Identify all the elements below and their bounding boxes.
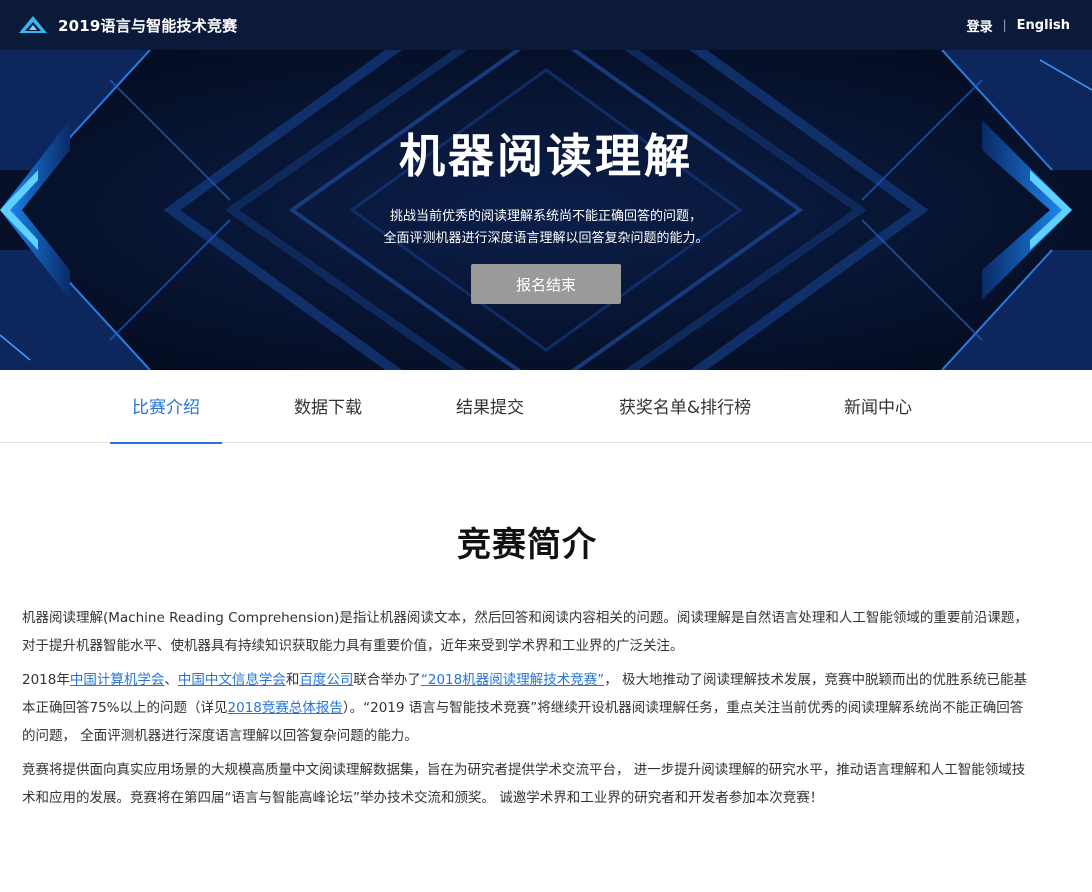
tab-competition-intro[interactable]: 比赛介绍 [110, 370, 222, 444]
hero-description: 挑战当前优秀的阅读理解系统尚不能正确回答的问题， 全面评测机器进行深度语言理解以… [383, 206, 708, 250]
hero-desc-line-1: 挑战当前优秀的阅读理解系统尚不能正确回答的问题， [389, 209, 702, 224]
intro-paragraph-1: 机器阅读理解(Machine Reading Comprehension)是指让… [22, 610, 1028, 654]
intro-paragraph-3: 竞赛将提供面向真实应用场景的大规模高质量中文阅读理解数据集，旨在为研究者提供学术… [22, 762, 1026, 806]
link-separator: | [1002, 18, 1007, 32]
ccf-link[interactable]: 中国计算机学会 [70, 672, 165, 688]
triangle-logo-icon [19, 16, 47, 33]
registration-closed-button[interactable]: 报名结束 [471, 264, 621, 304]
intro-paragraph-2: 2018年中国计算机学会、中国中文信息学会和百度公司联合举办了“2018机器阅读… [22, 666, 1032, 750]
competition-2018-link[interactable]: “2018机器阅读理解技术竞赛” [421, 672, 604, 688]
main-content: 竞赛简介 机器阅读理解(Machine Reading Comprehensio… [22, 443, 1032, 812]
language-switch-link[interactable]: English [1017, 18, 1070, 33]
baidu-link[interactable]: 百度公司 [299, 672, 353, 688]
tab-bar: 比赛介绍 数据下载 结果提交 获奖名单&排行榜 新闻中心 [0, 370, 1092, 444]
section-title: 竞赛简介 [457, 525, 597, 565]
tab-result-submission[interactable]: 结果提交 [446, 370, 534, 443]
top-header: 2019语言与智能技术竞赛 登录 | English [0, 0, 1092, 50]
p2-text-4: 联合举办了 [353, 672, 421, 688]
p2-text-1: 2018年 [22, 672, 70, 688]
hero-desc-line-2: 全面评测机器进行深度语言理解以回答复杂问题的能力。 [383, 231, 709, 246]
hero-banner: 机器阅读理解 挑战当前优秀的阅读理解系统尚不能正确回答的问题， 全面评测机器进行… [0, 50, 1092, 370]
brand[interactable]: 2019语言与智能技术竞赛 [18, 15, 237, 36]
login-link[interactable]: 登录 [967, 16, 993, 35]
report-2018-link[interactable]: 2018竞赛总体报告 [228, 700, 343, 716]
hero-content: 机器阅读理解 挑战当前优秀的阅读理解系统尚不能正确回答的问题， 全面评测机器进行… [0, 50, 1092, 370]
hero-title: 机器阅读理解 [399, 129, 693, 183]
p2-text-2: 、 [164, 672, 178, 688]
cips-link[interactable]: 中国中文信息学会 [178, 672, 286, 688]
tab-data-download[interactable]: 数据下载 [284, 370, 372, 443]
p2-text-3: 和 [285, 672, 300, 688]
tab-news-center[interactable]: 新闻中心 [834, 370, 922, 443]
site-title: 2019语言与智能技术竞赛 [58, 16, 238, 35]
top-links: 登录 | English [967, 16, 1070, 35]
tab-awards-leaderboard[interactable]: 获奖名单&排行榜 [608, 370, 762, 443]
